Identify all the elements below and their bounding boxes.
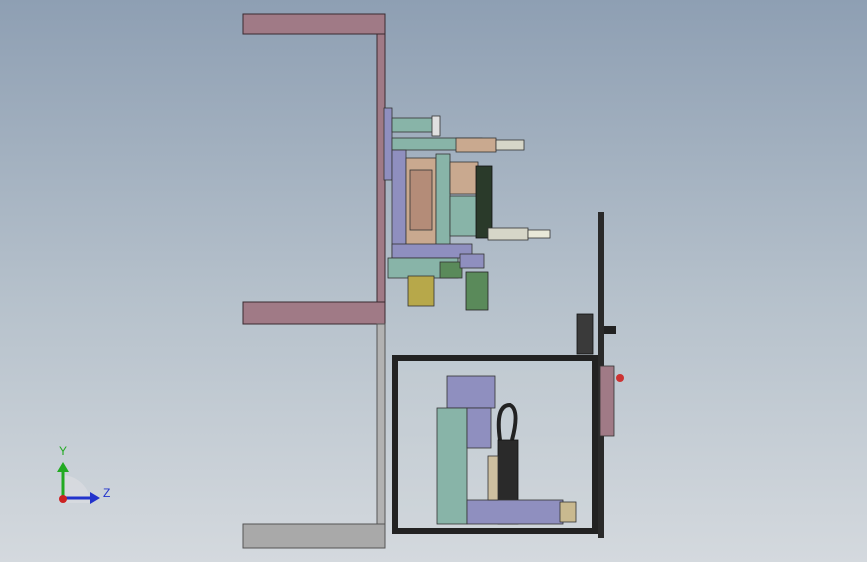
- upper-machine-assembly: [383, 107, 551, 311]
- lower-frame: [242, 323, 386, 549]
- upper-frame: [242, 13, 386, 325]
- x-axis-dot: [59, 495, 67, 503]
- y-axis-label: Y: [59, 444, 67, 458]
- orientation-triad: Y Z: [57, 444, 110, 504]
- z-axis-label: Z: [103, 486, 110, 500]
- cad-model[interactable]: Y Z: [0, 0, 867, 562]
- cad-viewport[interactable]: Y Z: [0, 0, 867, 562]
